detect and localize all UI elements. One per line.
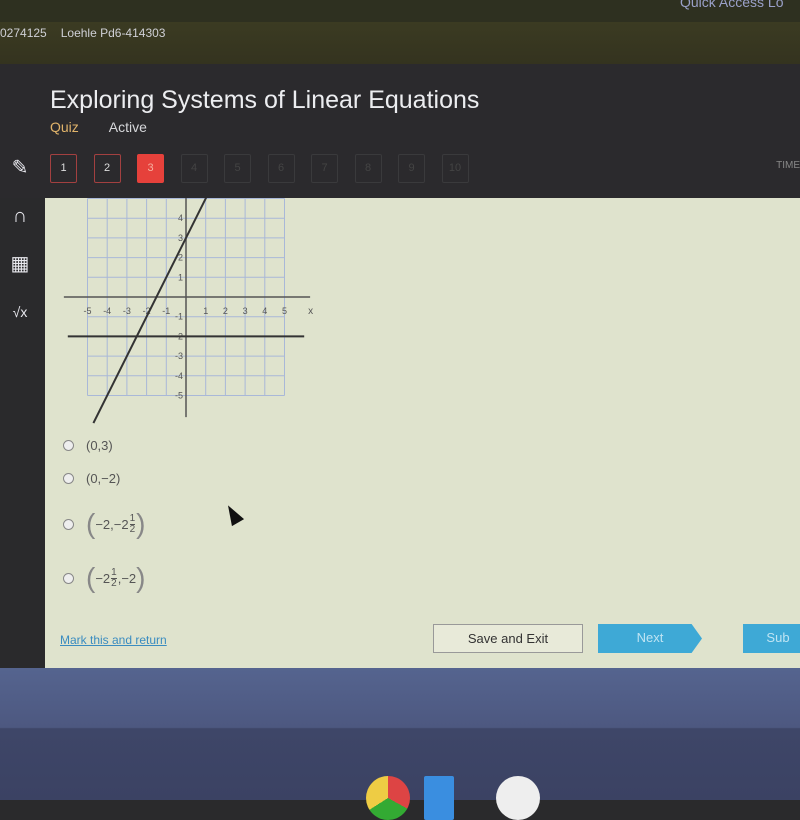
option-3[interactable]: (−2,−2 1 2) — [63, 508, 145, 540]
y-tick-label: -5 — [175, 391, 183, 401]
question-7-button[interactable]: 7 — [311, 154, 338, 183]
quiz-header: Exploring Systems of Linear Equations Qu… — [0, 64, 800, 198]
radio-button[interactable] — [63, 440, 74, 451]
x-tick-label: 1 — [203, 306, 208, 316]
question-5-button[interactable]: 5 — [224, 154, 251, 183]
radio-button[interactable] — [63, 572, 74, 584]
headphones-icon[interactable]: ∩ — [0, 196, 40, 244]
option-4[interactable]: (−2 1 2 ,−2) — [63, 562, 145, 594]
save-and-exit-button[interactable]: Save and Exit — [433, 624, 583, 653]
submit-button[interactable]: Sub — [743, 624, 800, 653]
question-9-button[interactable]: 9 — [398, 154, 425, 183]
y-tick-label: -3 — [175, 351, 183, 361]
fraction-denominator: 2 — [129, 523, 136, 535]
quiz-label: Quiz — [50, 119, 79, 135]
option-text: (0,−2) — [86, 471, 121, 486]
files-icon[interactable] — [424, 776, 454, 820]
next-button[interactable]: Next — [598, 624, 702, 653]
option-1[interactable]: (0,3) — [63, 438, 113, 453]
status-label: Active — [108, 119, 147, 135]
question-panel: -5 -4 -3 -2 -1 1 2 3 4 5 4 3 2 1 -1 -2 -3 -4 -5 x (0,3) (0,… — [45, 198, 800, 668]
x-tick-label: 3 — [243, 306, 248, 316]
x-tick-label: 4 — [262, 306, 267, 316]
question-10-button[interactable]: 10 — [441, 154, 469, 183]
option-2[interactable]: (0,−2) — [63, 471, 120, 486]
y-tick-label: -4 — [175, 371, 183, 381]
calculator-icon[interactable]: ▦ — [0, 244, 40, 292]
x-tick-label: -4 — [103, 306, 111, 316]
option-text: −2,−2 — [95, 516, 129, 532]
x-tick-label: -3 — [123, 306, 131, 316]
fraction-numerator: 1 — [129, 512, 136, 525]
option-text: (0,3) — [86, 438, 113, 453]
question-1-button[interactable]: 1 — [50, 154, 77, 183]
question-4-button[interactable]: 4 — [180, 154, 208, 183]
option-text-end: ,−2 — [117, 570, 137, 586]
bookmark-quick-access[interactable]: Quick Access Lo — [680, 0, 784, 10]
chrome-icon[interactable] — [366, 776, 410, 820]
sqrt-icon[interactable]: √x — [0, 292, 40, 340]
y-tick-label: 3 — [178, 233, 183, 243]
toolbar: ✎ ∩ ▦ √x — [0, 148, 40, 340]
breadcrumb: 0274125 Loehle Pd6-414303 — [0, 22, 800, 64]
fraction-denominator: 2 — [111, 577, 117, 589]
browser-bookmarks-bar: Quick Access Lo — [0, 0, 800, 22]
pencil-icon[interactable]: ✎ — [0, 148, 40, 196]
y-tick-label: -1 — [175, 312, 183, 322]
x-tick-label: 2 — [223, 306, 228, 316]
question-6-button[interactable]: 6 — [267, 154, 295, 183]
x-tick-label: 5 — [282, 306, 287, 316]
x-tick-label: -5 — [83, 306, 91, 316]
question-8-button[interactable]: 8 — [354, 154, 382, 183]
y-tick-label: 1 — [178, 272, 183, 282]
fraction-numerator: 1 — [111, 566, 117, 579]
question-3-button[interactable]: 3 — [137, 154, 164, 183]
class-name[interactable]: Loehle Pd6-414303 — [61, 26, 166, 40]
graph: -5 -4 -3 -2 -1 1 2 3 4 54321-1-2-3-4-5x — [63, 198, 313, 424]
course-id[interactable]: 0274125 — [0, 26, 47, 40]
x-tick-label: -1 — [162, 306, 170, 316]
question-2-button[interactable]: 2 — [93, 154, 121, 183]
radio-button[interactable] — [63, 473, 74, 484]
radio-button[interactable] — [63, 518, 74, 530]
x-axis-label: x — [308, 306, 313, 317]
timer-label: TIME — [776, 160, 800, 171]
play-store-icon[interactable] — [496, 776, 540, 820]
y-tick-label: 4 — [178, 213, 183, 223]
option-text: −2 — [95, 570, 111, 586]
page-title: Exploring Systems of Linear Equations — [50, 86, 480, 114]
mark-and-return-link[interactable]: Mark this and return — [60, 633, 167, 647]
